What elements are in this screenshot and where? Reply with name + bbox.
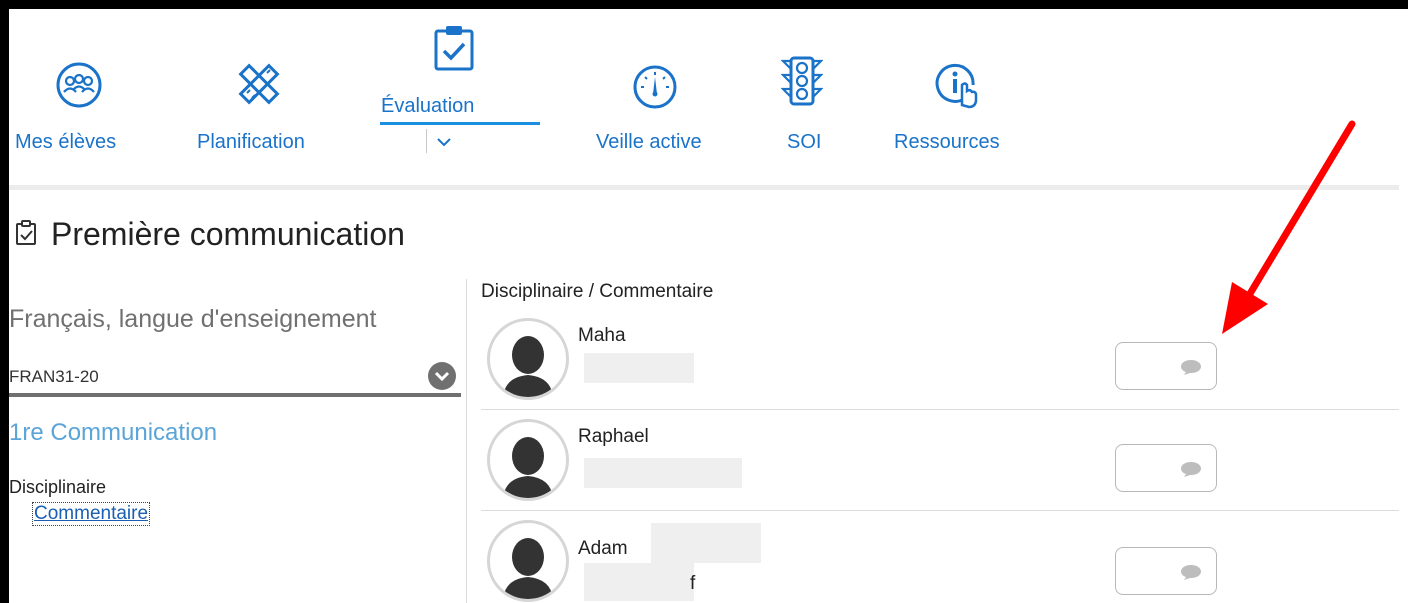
info-touch-icon [934,61,984,117]
nav-label: Ressources [894,131,1000,153]
left-panel: Français, langue d'enseignement FRAN31-2… [9,279,464,603]
clipboard-check-icon [432,23,476,79]
comment-icon [1180,359,1202,380]
clipboard-check-icon [15,217,37,254]
gauge-icon [632,64,678,116]
chevron-down-icon [434,371,450,382]
comment-button[interactable] [1115,342,1217,390]
nav-veille-active[interactable]: Veille active [589,9,739,179]
nav-planification[interactable]: Planification [189,9,349,179]
student-name: Adam [578,538,628,559]
comment-button[interactable] [1115,547,1217,595]
comment-icon [1180,564,1202,585]
avatar [487,318,569,400]
app-frame: Mes élèves Planification Évaluation Veil… [9,9,1408,603]
red-arrow-annotation [1214,119,1364,344]
list-item: Raphael [481,410,1399,511]
group-icon [55,61,103,115]
ruler-pencil-icon [233,59,285,117]
chevron-down-icon[interactable] [437,135,451,153]
student-name-extra: f [690,573,696,594]
course-dropdown-button[interactable] [428,362,456,390]
list-header: Disciplinaire / Commentaire [481,281,714,302]
student-name: Raphael [578,426,649,447]
panel-divider [466,279,467,603]
student-name: Maha [578,325,626,346]
avatar [487,520,569,602]
nav-soi[interactable]: SOI [769,9,839,179]
nav-label: SOI [787,131,822,153]
divider [426,129,427,153]
course-name: Français, langue d'enseignement [9,305,377,333]
page-title: Première communication [15,215,405,254]
redacted-name [584,563,694,601]
nav-label: Mes élèves [15,131,117,153]
comment-link[interactable]: Commentaire [31,502,151,526]
discipline-label: Disciplinaire [9,477,107,497]
course-underline [9,393,461,397]
communication-link[interactable]: 1re Communication [9,419,217,447]
nav-evaluation[interactable]: Évaluation [369,9,549,179]
redacted-name [584,458,742,488]
traffic-light-icon [780,55,824,113]
active-tab-underline [380,122,540,125]
nav-mes-eleves[interactable]: Mes élèves [9,9,169,179]
nav-ressources[interactable]: Ressources [889,9,1029,179]
redacted-name [651,523,761,563]
avatar [487,419,569,501]
comment-button[interactable] [1115,444,1217,492]
course-code: FRAN31-20 [9,367,99,386]
nav-separator [9,185,1399,190]
nav-label: Veille active [596,131,702,153]
redacted-name [584,353,694,383]
page-title-text: Première communication [51,216,405,252]
list-item: Adam f [481,511,1399,603]
comment-icon [1180,461,1202,482]
nav-label: Évaluation [381,95,475,117]
nav-label: Planification [197,131,305,153]
